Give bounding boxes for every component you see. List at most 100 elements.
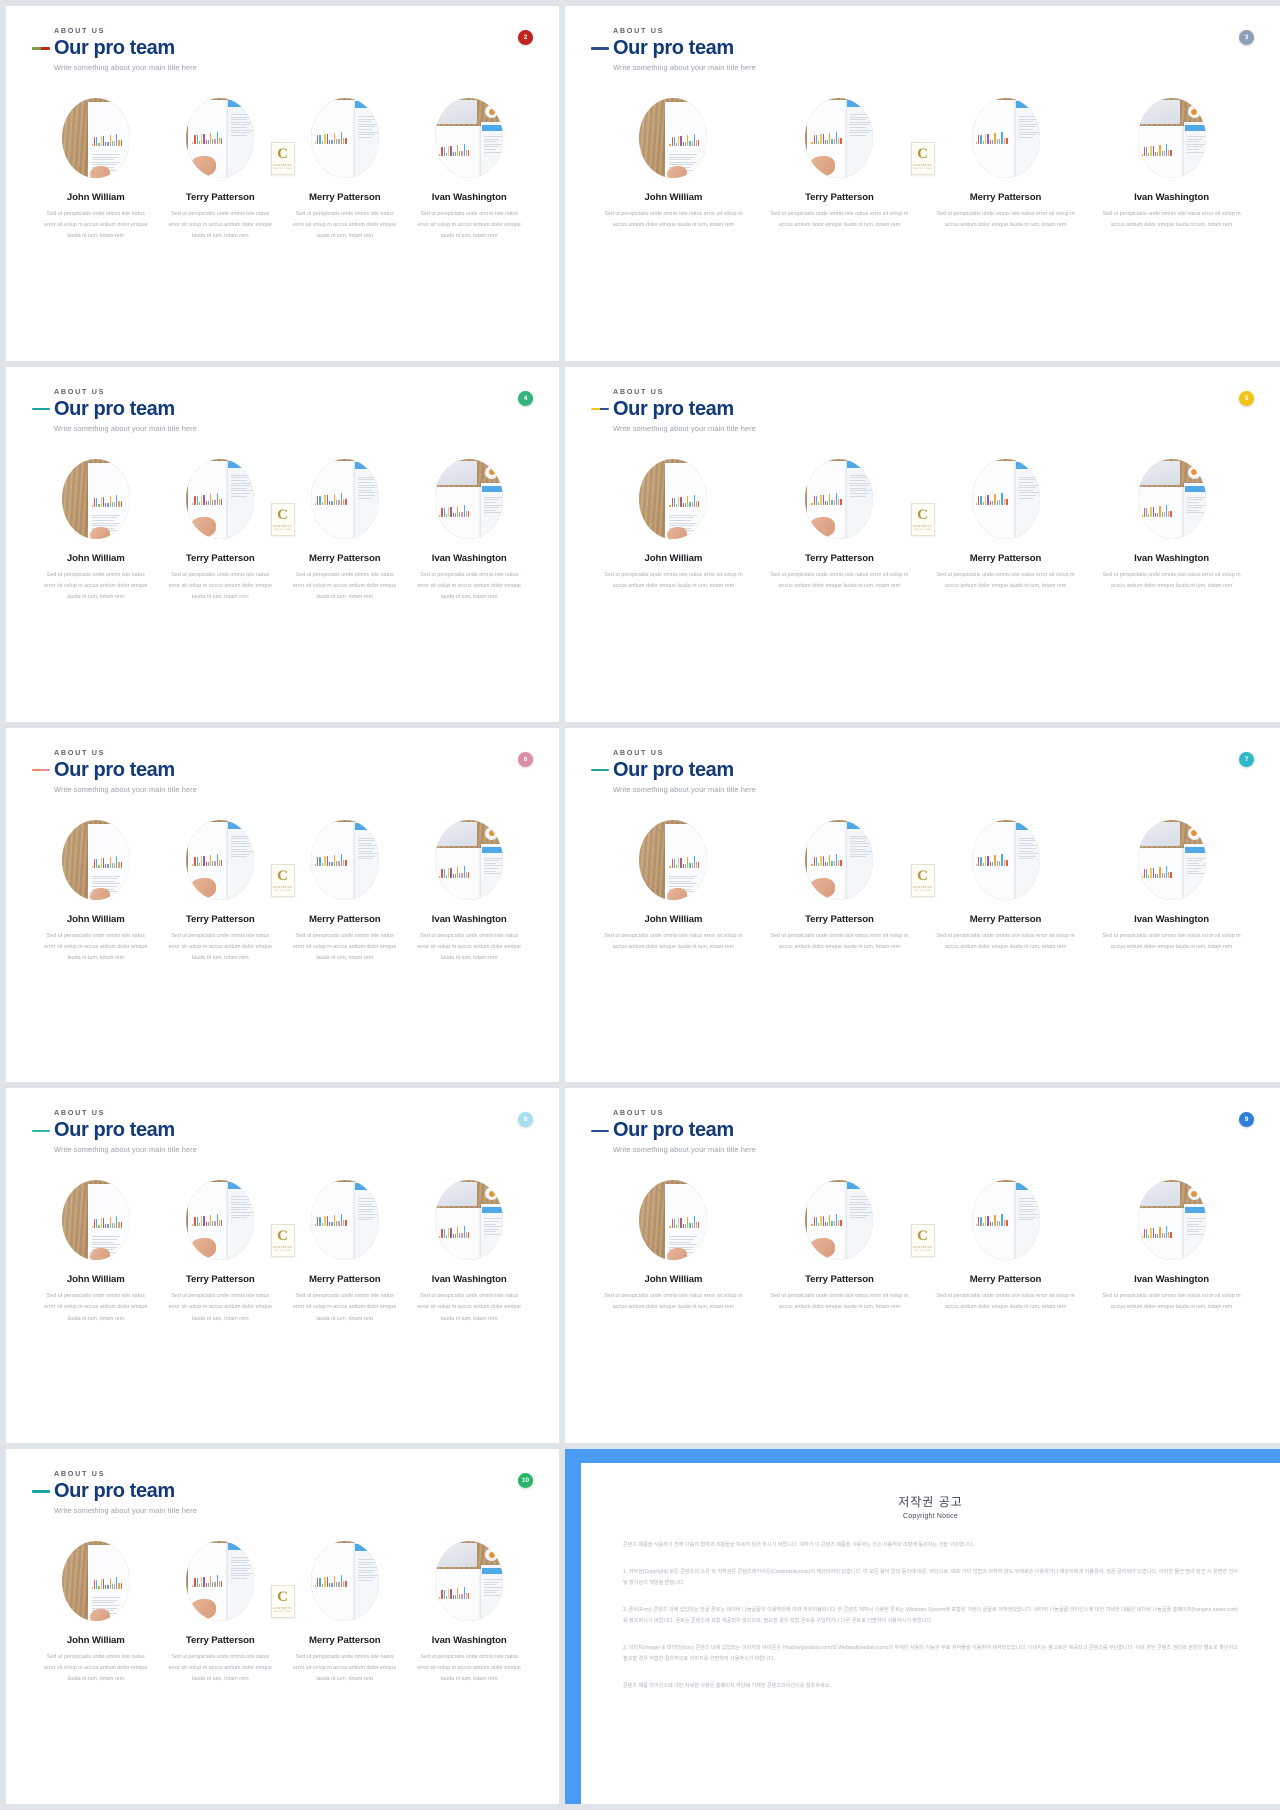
slide-title: Our pro team	[613, 1119, 734, 1142]
member-name: John William	[644, 913, 703, 925]
text-lines-icon	[850, 114, 873, 137]
member-photo	[61, 819, 130, 900]
member-name: Terry Patterson	[185, 1274, 255, 1286]
slide-title-row: Our pro team	[32, 1120, 533, 1141]
chart-bars-icon	[975, 127, 1008, 144]
chart-bars-icon	[811, 850, 842, 866]
text-lines-icon	[850, 835, 873, 859]
chart-bars-icon	[314, 127, 347, 144]
member-name: Terry Patterson	[185, 192, 255, 203]
member-name: Merry Patterson	[308, 552, 381, 564]
team-member-card: Terry Patterson Sed ut perspiciatis unde …	[765, 819, 914, 953]
slide-subtitle: Write something about your main title he…	[54, 1145, 197, 1155]
slide-thumbnail[interactable]: ABOUT US Our pro team Write something abou…	[565, 727, 1280, 1083]
team-member-card: Terry Patterson Sed ut perspiciatis unde …	[765, 1180, 914, 1313]
slide-header: ABOUT US Our pro team Write something abou…	[591, 387, 1254, 433]
accent-line	[591, 768, 609, 772]
slide-kicker: ABOUT US	[54, 747, 106, 757]
member-description: Sed ut perspiciatis unde omnis iste natu…	[604, 932, 743, 950]
chart-bars-icon	[91, 1571, 122, 1590]
member-name: Merry Patterson	[308, 192, 381, 203]
card-text-primary: CONTENTS	[913, 164, 932, 167]
member-name: John William	[66, 1635, 125, 1647]
member-name: Ivan Washington	[431, 552, 507, 564]
slide-thumbnail[interactable]: ABOUT US Our pro team Write something abou…	[6, 727, 559, 1083]
slide-thumbnail[interactable]: ABOUT US Our pro team Write something abou…	[565, 6, 1280, 361]
member-description: Sed ut perspiciatis unde omnis iste natu…	[293, 1654, 397, 1683]
chart-bars-icon	[1141, 140, 1172, 156]
member-photo	[1137, 98, 1206, 178]
copyright-subtitle: Copyright Notice	[903, 1513, 958, 1521]
chart-bars-icon	[439, 501, 470, 517]
chart-bars-icon	[1141, 501, 1172, 517]
slide-thumbnail[interactable]: ABOUT US Our pro team Write something abou…	[565, 1088, 1280, 1444]
member-name: Ivan Washington	[431, 913, 507, 925]
text-lines-icon	[484, 1218, 503, 1236]
team-member-card: Terry Patterson Sed ut perspiciatis unde …	[164, 458, 276, 603]
accent-line	[32, 1490, 50, 1493]
team-member-card: Terry Patterson Sed ut perspiciatis unde …	[164, 1180, 276, 1324]
member-description: Sed ut perspiciatis unde omnis iste natu…	[604, 211, 743, 229]
team-member-card: John William Sed ut perspiciatis unde omn…	[40, 1180, 152, 1324]
accent-line	[32, 768, 50, 772]
chart-bars-icon	[192, 128, 223, 144]
member-description: Sed ut perspiciatis unde omnis iste natu…	[44, 1654, 148, 1683]
chart-bars-icon	[669, 1210, 700, 1229]
member-photo	[971, 98, 1040, 178]
text-lines-icon	[357, 837, 378, 861]
member-description: Sed ut perspiciatis unde omnis iste natu…	[44, 211, 148, 240]
member-photo	[310, 458, 379, 539]
slide-number-badge: 7	[1239, 751, 1254, 767]
slide-header: ABOUT US Our pro team Write something abou…	[32, 26, 533, 72]
member-description: Sed ut perspiciatis unde omnis iste natu…	[293, 932, 397, 961]
text-lines-icon	[357, 476, 378, 500]
member-description: Sed ut perspiciatis unde omnis iste natu…	[293, 211, 397, 240]
member-name: John William	[644, 552, 703, 564]
member-name: Ivan Washington	[1134, 1274, 1210, 1286]
member-description: Sed ut perspiciatis unde omnis iste natu…	[770, 1293, 909, 1311]
slide-thumbnail[interactable]: ABOUT US Our pro team Write something abou…	[6, 1449, 559, 1804]
member-photo	[1137, 1180, 1206, 1261]
card-letter: C	[277, 867, 288, 884]
chart-bars-icon	[669, 489, 700, 507]
copyright-slide[interactable]: 저작권 공고 Copyright Notice 콘텐츠 제품을 사용하기 전에 다음…	[565, 1449, 1280, 1804]
member-name: John William	[644, 192, 703, 203]
member-description: Sed ut perspiciatis unde omnis iste natu…	[168, 571, 272, 600]
copyright-paragraph: 1. 저작권(Copyright) 모든 콘텐츠의 소유 및 저작권은 콘텐츠레…	[623, 1569, 1238, 1587]
team-member-card: Merry Patterson Sed ut perspiciatis unde …	[931, 819, 1080, 953]
slide-thumbnail[interactable]: ABOUT US Our pro team Write something abou…	[565, 366, 1280, 722]
member-description: Sed ut perspiciatis unde omnis iste natu…	[770, 211, 909, 229]
team-member-card: Ivan Washington Sed ut perspiciatis unde …	[1097, 819, 1246, 953]
slide-header: ABOUT US Our pro team Write something abou…	[32, 1108, 533, 1154]
member-name: John William	[66, 552, 125, 564]
team-member-card: Merry Patterson Sed ut perspiciatis unde …	[289, 98, 401, 242]
slide-title-row: Our pro team	[591, 38, 1254, 59]
member-description: Sed ut perspiciatis unde omnis iste natu…	[604, 1293, 743, 1311]
chart-bars-icon	[314, 849, 347, 866]
member-photo	[61, 458, 130, 539]
member-photo	[1137, 458, 1206, 539]
slide-title: Our pro team	[613, 758, 734, 781]
member-name: John William	[644, 1274, 703, 1286]
member-photo	[310, 98, 379, 178]
chart-bars-icon	[811, 128, 842, 144]
member-photo	[435, 1541, 504, 1622]
team-member-card: John William Sed ut perspiciatis unde omn…	[40, 98, 152, 242]
team-member-card: Terry Patterson Sed ut perspiciatis unde …	[164, 819, 276, 964]
member-name: Terry Patterson	[805, 552, 874, 564]
member-name: Terry Patterson	[185, 552, 255, 564]
slide-thumbnail[interactable]: ABOUT US Our pro team Write something abou…	[6, 366, 559, 722]
team-member-card: Merry Patterson Sed ut perspiciatis unde …	[931, 98, 1080, 231]
team-member-card: John William Sed ut perspiciatis unde omn…	[40, 1541, 152, 1685]
slide-kicker: ABOUT US	[613, 1108, 665, 1118]
member-name: Merry Patterson	[308, 1274, 381, 1286]
text-lines-icon	[231, 835, 254, 859]
member-name: Merry Patterson	[969, 192, 1042, 203]
slide-title-row: Our pro team	[591, 1120, 1254, 1141]
chart-bars-icon	[439, 1583, 470, 1600]
chart-bars-icon	[975, 488, 1008, 505]
slide-title: Our pro team	[54, 1119, 175, 1142]
slide-thumbnail[interactable]: ABOUT US Our pro team Write something abou…	[6, 1088, 559, 1444]
slide-thumbnail[interactable]: ABOUT US Our pro team Write something abou…	[6, 6, 559, 361]
chart-bars-icon	[1141, 862, 1172, 878]
